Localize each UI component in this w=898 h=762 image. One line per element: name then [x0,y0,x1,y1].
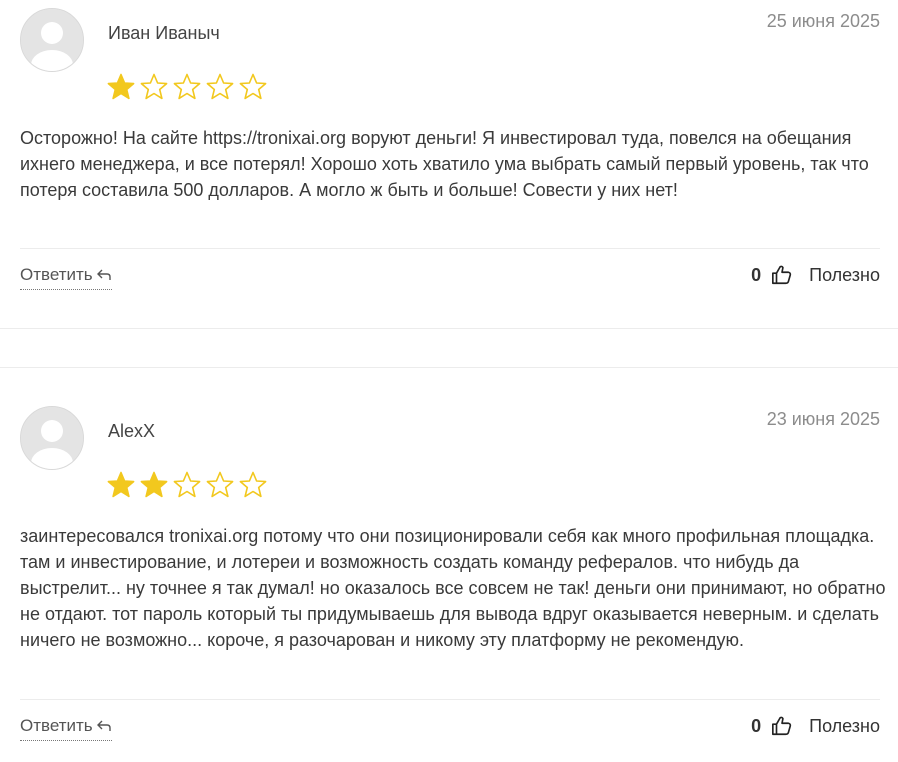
thumbs-up-icon[interactable] [771,264,793,286]
helpful-block: 0 Полезно [751,715,880,737]
star-filled-icon [140,471,168,498]
star-empty-icon [239,471,267,498]
avatar [20,8,84,72]
review-author: Иван Иваныч [108,23,220,43]
reply-label: Ответить [20,716,93,735]
helpful-button[interactable]: Полезно [809,716,880,737]
review-text: заинтересовался tronixai.org потому что … [20,526,886,650]
avatar [20,406,84,470]
section-separator [0,328,898,329]
star-empty-icon [173,73,201,100]
helpful-button[interactable]: Полезно [809,265,880,286]
star-empty-icon [239,73,267,100]
helpful-block: 0 Полезно [751,264,880,286]
user-icon [21,407,83,469]
star-empty-icon [173,471,201,498]
reply-link[interactable]: Ответить [20,265,112,290]
reply-label: Ответить [20,265,93,284]
rating-stars [106,72,268,102]
star-empty-icon [206,471,234,498]
helpful-count: 0 [751,264,762,285]
star-empty-icon [140,73,168,100]
rating-stars [106,470,268,500]
star-filled-icon [107,73,135,100]
star-filled-icon [107,471,135,498]
star-empty-icon [206,73,234,100]
review-date: 23 июня 2025 [766,409,880,429]
section-separator [0,367,898,368]
user-icon [21,9,83,71]
reply-link[interactable]: Ответить [20,716,112,741]
thumbs-up-icon[interactable] [771,715,793,737]
review-author: AlexX [108,421,156,441]
divider [20,699,880,700]
review-text: Осторожно! На сайте https://tronixai.org… [20,128,869,200]
reply-arrow-icon [96,718,112,738]
helpful-count: 0 [751,715,762,736]
reply-arrow-icon [96,267,112,287]
divider [20,248,880,249]
review-date: 25 июня 2025 [766,11,880,31]
